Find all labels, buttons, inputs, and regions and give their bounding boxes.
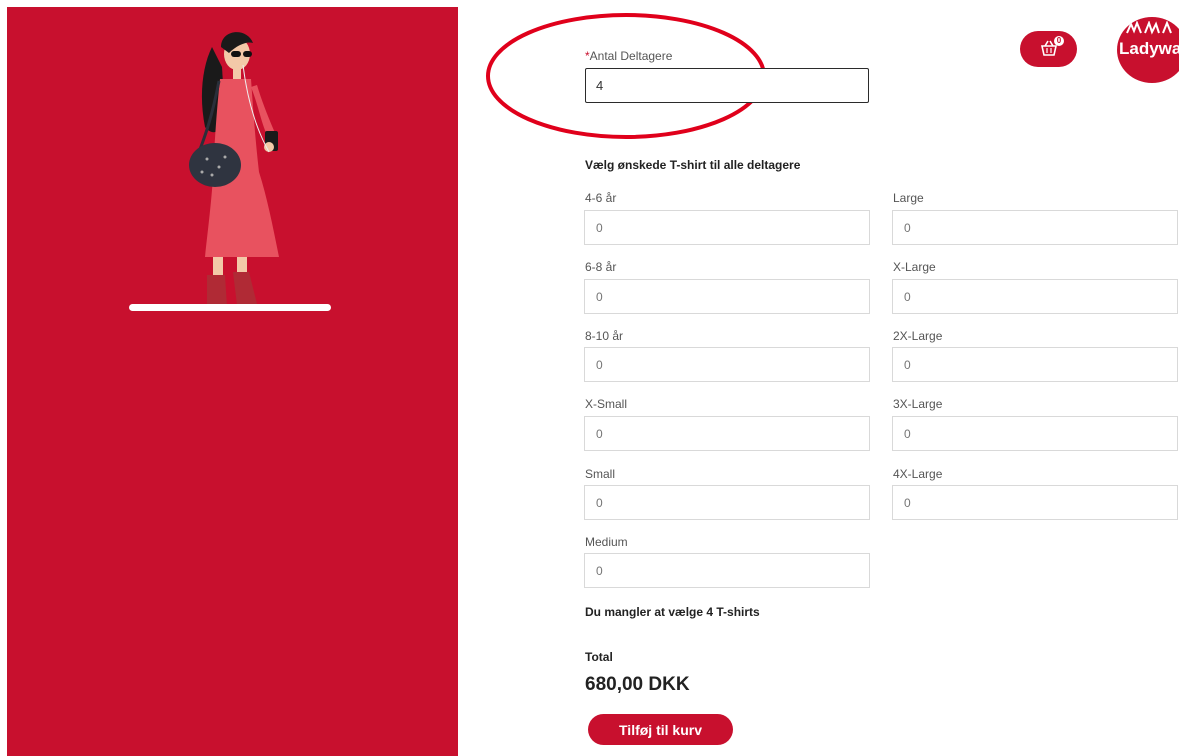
size-label-8-10: 8-10 år — [585, 329, 624, 343]
size-input-4-6[interactable] — [584, 210, 870, 245]
logo-figures-icon — [1126, 21, 1172, 35]
add-to-cart-button[interactable]: Tilføj til kurv — [588, 714, 733, 745]
size-label-3x-large: 3X-Large — [893, 397, 943, 411]
missing-tshirts-message: Du mangler at vælge 4 T-shirts — [585, 605, 760, 619]
cart-button[interactable]: 0 — [1020, 31, 1077, 67]
size-label-4-6: 4-6 år — [585, 191, 617, 205]
size-input-small[interactable] — [584, 485, 870, 520]
size-input-2x-large[interactable] — [892, 347, 1178, 382]
size-label-x-small: X-Small — [585, 397, 628, 411]
total-label: Total — [585, 650, 613, 664]
size-label-large: Large — [893, 191, 924, 205]
size-label-2x-large: 2X-Large — [893, 329, 943, 343]
size-label-medium: Medium — [585, 535, 628, 549]
size-input-8-10[interactable] — [584, 347, 870, 382]
size-label-4x-large: 4X-Large — [893, 467, 943, 481]
cart-count-badge: 0 — [1054, 36, 1064, 46]
size-input-6-8[interactable] — [584, 279, 870, 314]
size-input-4x-large[interactable] — [892, 485, 1178, 520]
size-input-3x-large[interactable] — [892, 416, 1178, 451]
size-input-x-large[interactable] — [892, 279, 1178, 314]
brand-logo[interactable]: Ladywal — [1117, 17, 1179, 83]
size-label-small: Small — [585, 467, 616, 481]
hero-panel — [7, 7, 458, 756]
logo-text: Ladywal — [1119, 39, 1179, 58]
woman-walking-illustration — [129, 32, 331, 311]
size-label-6-8: 6-8 år — [585, 260, 617, 274]
size-input-large[interactable] — [892, 210, 1178, 245]
size-input-x-small[interactable] — [584, 416, 870, 451]
size-label-x-large: X-Large — [893, 260, 936, 274]
tshirt-heading: Vælg ønskede T-shirt til alle deltagere — [585, 158, 801, 172]
total-amount: 680,00 DKK — [585, 674, 690, 695]
participants-label: *Antal Deltagere — [585, 49, 673, 63]
participants-input[interactable] — [585, 68, 869, 103]
size-input-medium[interactable] — [584, 553, 870, 588]
